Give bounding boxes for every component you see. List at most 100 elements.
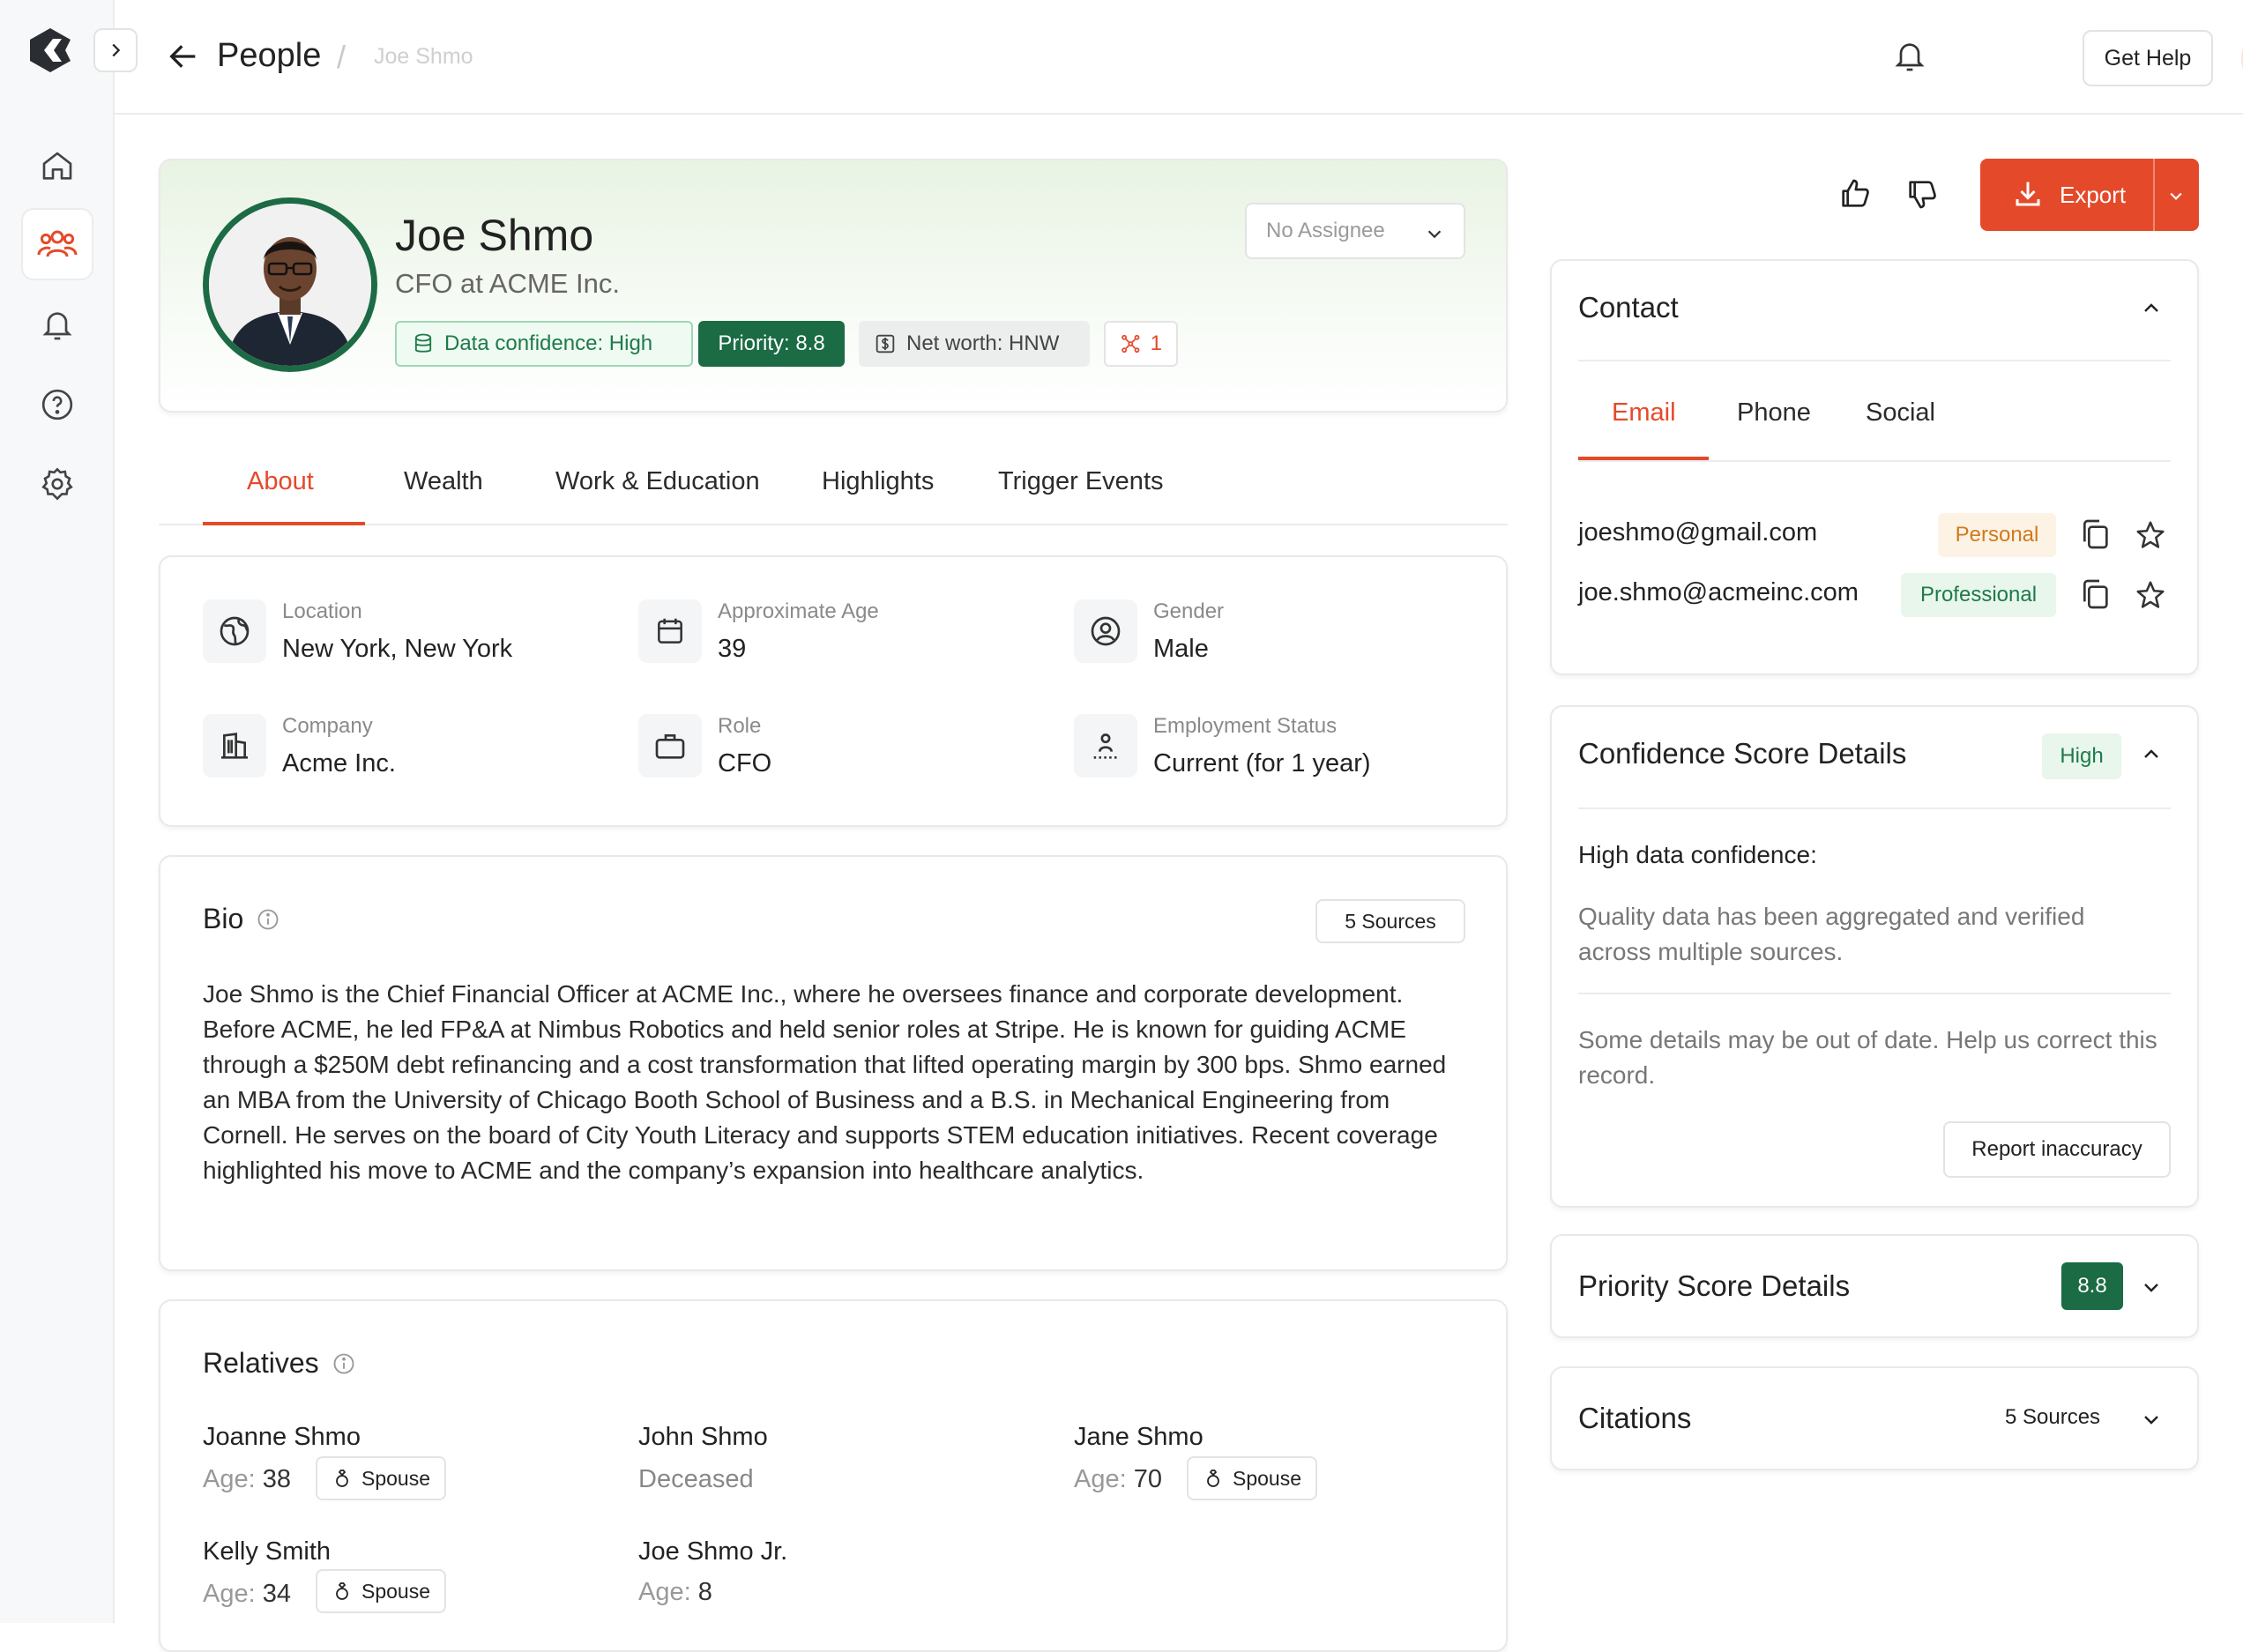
active-tab-indicator	[203, 522, 365, 525]
tab-highlights[interactable]: Highlights	[822, 467, 934, 496]
tab-trigger-events[interactable]: Trigger Events	[998, 467, 1164, 496]
ring-icon	[1207, 1470, 1219, 1487]
contact-tab-social[interactable]: Social	[1866, 398, 1935, 428]
tab-work-education[interactable]: Work & Education	[555, 467, 760, 496]
confidence-divider	[1578, 807, 2171, 809]
gender-value: Male	[1153, 635, 1209, 663]
relatives-title-text: Relatives	[203, 1347, 319, 1379]
sidebar	[0, 0, 115, 1623]
bell-icon	[42, 312, 72, 340]
relatives-card: Relatives Joanne Shmo Age: 38 Spouse Joh…	[159, 1299, 1508, 1652]
copy-icon[interactable]	[2077, 577, 2113, 612]
nav-settings[interactable]	[21, 448, 93, 520]
info-icon[interactable]	[256, 907, 280, 932]
chevron-right-icon	[112, 43, 121, 57]
thumbs-down-button[interactable]	[1904, 176, 1940, 212]
role-icon-box	[638, 714, 702, 778]
gear-icon	[41, 467, 73, 501]
age-value: 39	[718, 635, 747, 663]
relative-status: Deceased	[638, 1465, 754, 1493]
sidebar-expand-button[interactable]	[93, 28, 138, 72]
profile-photo	[203, 197, 377, 372]
chevron-down-icon[interactable]	[2141, 1409, 2162, 1430]
assignee-dropdown[interactable]: No Assignee	[1245, 203, 1465, 259]
nav-notifications[interactable]	[21, 289, 93, 361]
breadcrumb-current: Joe Shmo	[374, 44, 473, 69]
data-confidence-label: Data confidence: High	[444, 331, 653, 355]
chevron-up-icon[interactable]	[2141, 744, 2162, 765]
bio-title: Bio	[203, 903, 280, 935]
bio-card: Bio 5 Sources Joe Shmo is the Chief Fina…	[159, 855, 1508, 1271]
thumbs-up-button[interactable]	[1837, 176, 1873, 212]
back-button[interactable]	[166, 39, 201, 74]
employment-label: Employment Status	[1153, 714, 1338, 738]
employment-value: Current (for 1 year)	[1153, 749, 1371, 778]
relative-name[interactable]: Jane Shmo	[1074, 1423, 1203, 1452]
contact-active-tab-indicator	[1578, 457, 1709, 460]
relative-name[interactable]: Joe Shmo Jr.	[638, 1537, 787, 1566]
home-icon	[42, 152, 72, 180]
connections-chip[interactable]: 1	[1104, 321, 1178, 367]
chevron-up-icon[interactable]	[2141, 298, 2162, 319]
email-address[interactable]: joe.shmo@acmeinc.com	[1578, 578, 1859, 607]
export-button[interactable]: Export	[1980, 159, 2199, 231]
top-bar: People / Joe Shmo Get Help AS	[115, 0, 2243, 115]
contact-tab-phone[interactable]: Phone	[1737, 398, 1811, 428]
role-value: CFO	[718, 749, 772, 778]
profile-name: Joe Shmo	[395, 211, 594, 260]
company-value: Acme Inc.	[282, 749, 396, 778]
report-inaccuracy-button[interactable]: Report inaccuracy	[1943, 1121, 2171, 1178]
priority-label: Priority: 8.8	[718, 331, 825, 355]
relative-name[interactable]: John Shmo	[638, 1423, 768, 1452]
star-icon[interactable]	[2134, 518, 2167, 552]
relation-label: Spouse	[1233, 1466, 1302, 1490]
notifications-button[interactable]	[1892, 39, 1927, 74]
relative-name[interactable]: Kelly Smith	[203, 1537, 331, 1566]
export-label: Export	[2060, 182, 2127, 208]
priority-score-card[interactable]: Priority Score Details 8.8	[1550, 1234, 2199, 1338]
email-address[interactable]: joeshmo@gmail.com	[1578, 518, 1817, 547]
chevron-down-icon[interactable]	[2141, 1276, 2162, 1298]
relation-badge: Spouse	[316, 1569, 447, 1613]
tab-about[interactable]: About	[247, 467, 314, 496]
confidence-title: Confidence Score Details	[1578, 737, 1907, 770]
app-logo[interactable]	[26, 26, 74, 74]
copy-icon[interactable]	[2077, 517, 2113, 552]
data-confidence-chip[interactable]: Data confidence: High	[395, 321, 693, 367]
role-label: Role	[718, 714, 762, 738]
net-worth-chip[interactable]: Net worth: HNW	[859, 321, 1090, 367]
briefcase-icon	[655, 734, 685, 759]
tab-wealth[interactable]: Wealth	[404, 467, 483, 496]
citations-sources-count: 5 Sources	[2005, 1405, 2101, 1429]
age-icon-box	[638, 599, 702, 663]
confidence-description: Quality data has been aggregated and ver…	[1578, 903, 2085, 965]
priority-chip[interactable]: Priority: 8.8	[698, 321, 845, 367]
company-icon-box	[203, 714, 266, 778]
nav-people[interactable]	[21, 208, 93, 280]
confidence-correction-note: Some details may be out of date. Help us…	[1578, 1026, 2157, 1089]
contact-tab-email[interactable]: Email	[1612, 398, 1676, 428]
contact-divider	[1578, 360, 2171, 361]
citations-card[interactable]: Citations 5 Sources	[1550, 1366, 2199, 1470]
nav-help[interactable]	[21, 368, 93, 441]
connections-count: 1	[1150, 331, 1162, 355]
ring-icon	[336, 1470, 348, 1487]
globe-icon	[220, 616, 250, 646]
star-icon[interactable]	[2134, 578, 2167, 612]
about-card: Location New York, New York Approximate …	[159, 555, 1508, 827]
chevron-down-icon[interactable]	[2167, 187, 2185, 205]
thumbs-down-icon	[1909, 181, 1936, 209]
info-icon[interactable]	[332, 1351, 356, 1376]
relative-name[interactable]: Joanne Shmo	[203, 1423, 361, 1452]
bio-sources-button[interactable]: 5 Sources	[1315, 899, 1465, 943]
nav-home[interactable]	[21, 130, 93, 203]
gender-label: Gender	[1153, 599, 1225, 623]
get-help-button[interactable]: Get Help	[2083, 30, 2213, 86]
breadcrumb-people[interactable]: People	[217, 37, 321, 75]
assignee-placeholder: No Assignee	[1266, 219, 1385, 242]
people-icon	[37, 230, 78, 257]
confidence-divider-2	[1578, 993, 2171, 994]
priority-score-badge: 8.8	[2061, 1262, 2123, 1310]
email-type-badge: Professional	[1901, 573, 2056, 617]
arrow-left-icon	[169, 45, 196, 68]
